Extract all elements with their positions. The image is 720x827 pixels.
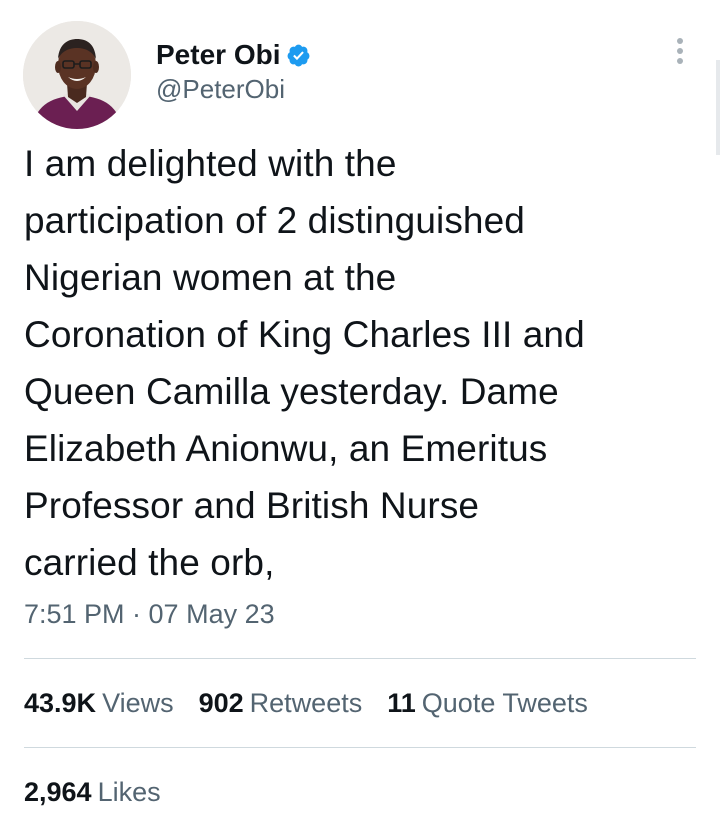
- author-name-block[interactable]: Peter Obi @PeterObi: [156, 39, 311, 105]
- author-name-text[interactable]: Peter Obi: [156, 39, 280, 71]
- views-label: Views: [102, 688, 174, 718]
- tweet-header: Peter Obi @PeterObi: [23, 21, 693, 131]
- views-count: 43.9K: [24, 688, 97, 718]
- scroll-edge: [716, 60, 720, 155]
- retweets-label: Retweets: [249, 688, 363, 718]
- avatar[interactable]: [23, 21, 131, 129]
- divider: [24, 747, 696, 748]
- quote-tweets-stat[interactable]: 11 Quote Tweets: [387, 685, 588, 721]
- author-handle[interactable]: @PeterObi: [156, 73, 311, 105]
- retweets-count: 902: [198, 688, 244, 718]
- divider: [24, 658, 696, 659]
- likes-count: 2,964: [24, 777, 92, 807]
- quote-tweets-count: 11: [387, 688, 416, 718]
- more-options-icon[interactable]: [667, 38, 693, 70]
- tweet-text: I am delighted with the participation of…: [24, 143, 585, 583]
- avatar-photo-icon: [23, 21, 131, 129]
- verified-badge-icon: [288, 44, 310, 66]
- author-display-name[interactable]: Peter Obi: [156, 39, 311, 71]
- likes-label: Likes: [97, 777, 161, 807]
- views-stat[interactable]: 43.9K Views: [24, 685, 174, 721]
- tweet-timestamp[interactable]: 7:51 PM · 07 May 23: [24, 596, 275, 632]
- tweet-stats: 43.9K Views 902 Retweets 11 Quote Tweets: [24, 685, 613, 721]
- retweets-stat[interactable]: 902 Retweets: [199, 685, 363, 721]
- likes-stat[interactable]: 2,964 Likes: [24, 774, 161, 810]
- quote-tweets-label: Quote Tweets: [421, 688, 588, 718]
